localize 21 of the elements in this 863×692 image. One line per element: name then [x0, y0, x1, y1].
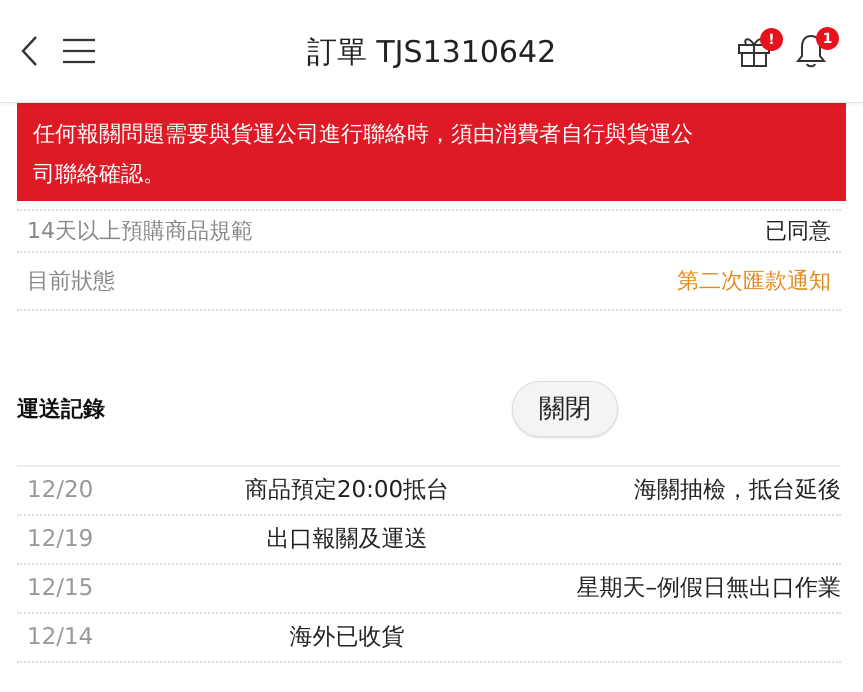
notification-badge: 1 — [816, 27, 839, 50]
section-title: 運送記錄 — [17, 396, 105, 424]
menu-icon[interactable] — [62, 38, 96, 64]
note-cell-text: 星期天–例假日無出口作業 — [576, 574, 841, 604]
event-cell-text: 出口報關及運送 — [266, 525, 428, 554]
note-cell-text: 海關抽檢，抵台延後 — [633, 476, 841, 506]
detail-value: 已同意 — [765, 218, 831, 246]
date-cell-text: 12/20 — [26, 476, 94, 506]
date-cell-text: 12/14 — [26, 623, 94, 652]
date-cell-text: 12/15 — [26, 574, 94, 604]
close-button[interactable]: 關閉 — [512, 381, 618, 437]
notification-badge: ! — [760, 28, 783, 51]
date-cell-text: 12/19 — [26, 525, 94, 554]
back-icon[interactable] — [20, 35, 38, 67]
page-title: 訂單 TJS1310642 — [306, 34, 556, 72]
event-cell-text: 海外已收貨 — [288, 623, 406, 652]
detail-label: 14天以上預購商品規範 — [27, 218, 253, 246]
detail-label: 目前狀態 — [27, 268, 115, 296]
notice-text: 任何報關問題需要與貨運公司進行聯絡時，須由消費者自行與貨運公 司聯絡確認。 — [17, 103, 846, 201]
detail-value: 第二次匯款通知 — [677, 268, 831, 296]
event-cell-text: 商品預定20:00抵台 — [244, 476, 450, 506]
